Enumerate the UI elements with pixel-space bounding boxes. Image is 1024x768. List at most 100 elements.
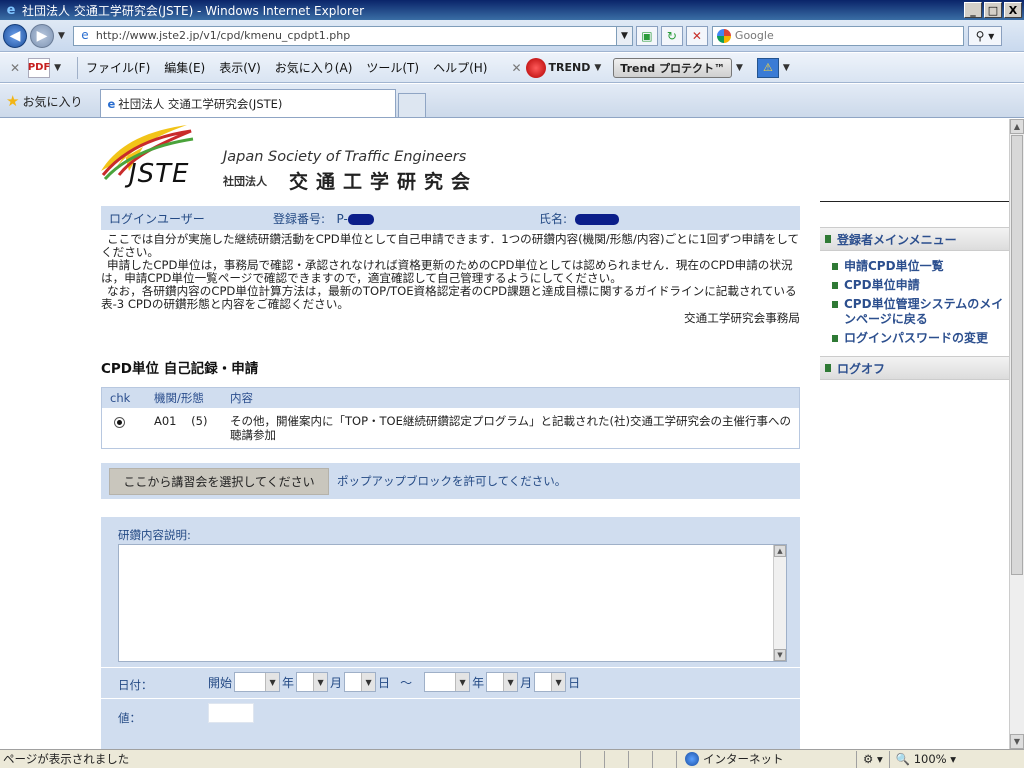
wifi-dropdown-icon[interactable]: ▼ — [783, 63, 790, 73]
main-menu-header[interactable]: 登録者メインメニュー — [820, 227, 1009, 251]
row-radio[interactable] — [114, 417, 125, 428]
back-button[interactable]: ◀ — [3, 23, 27, 48]
menu-help[interactable]: ヘルプ(H) — [433, 59, 487, 76]
new-tab-button[interactable] — [398, 93, 427, 117]
favorites-button[interactable]: ★ お気に入り — [0, 85, 92, 117]
sidebar-item-change-password[interactable]: ログインパスワードの変更 — [832, 331, 1009, 346]
scroll-down-icon[interactable]: ▼ — [1010, 734, 1024, 749]
minimize-button[interactable]: _ — [964, 2, 982, 18]
login-user-label: ログインユーザー — [109, 211, 205, 226]
form-divider — [101, 667, 800, 668]
page-content: JSTE Japan Society of Traffic Engineers … — [0, 119, 1009, 749]
security-zone[interactable]: インターネット — [676, 750, 856, 768]
window-title: 社団法人 交通工学研究会(JSTE) - Windows Internet Ex… — [22, 3, 365, 18]
jste-logo[interactable]: JSTE Japan Society of Traffic Engineers … — [99, 123, 519, 193]
logo-japanese-name: 交通工学研究会 — [289, 171, 479, 193]
date-range: 開始 ▼ 年 ▼ 月 ▼ 日 ～ ▼ 年 ▼ 月 ▼ 日 — [208, 672, 580, 692]
user-name: 氏名: — [531, 210, 619, 227]
intro-paragraph-2: 申請したCPD単位は，事務局で確認・承認されなければ資格更新のためのCPD単位と… — [101, 258, 793, 285]
forward-button[interactable]: ▶ — [30, 23, 54, 48]
cpd-table: chk 機関/形態 内容 A01 (5) その他，開催案内に「TOP・TOE継続… — [101, 387, 800, 449]
scroll-up-icon[interactable]: ▲ — [774, 545, 786, 557]
sidebar-item-back-to-main[interactable]: CPD単位管理システムのメインページに戻る — [832, 297, 1009, 327]
end-year-select[interactable]: ▼ — [424, 672, 471, 692]
intro-paragraph-1: ここでは自分が実施した継続研鑽活動をCPD単位として自己申請できます．1つの研鑽… — [101, 232, 800, 259]
popup-block-note: ポップアップブロックを許可してください。 — [337, 474, 567, 488]
textarea-scrollbar[interactable]: ▲ ▼ — [773, 545, 786, 661]
table-row[interactable]: A01 (5) その他，開催案内に「TOP・TOE継続研鑽認定プログラム」と記載… — [102, 408, 799, 448]
menu-edit[interactable]: 編集(E) — [164, 59, 205, 76]
zoom-control[interactable]: 🔍 100% ▾ — [888, 750, 962, 768]
row-content: その他，開催案内に「TOP・TOE継続研鑽認定プログラム」と記載された(社)交通… — [230, 414, 791, 442]
registration-number: 登録番号: P- — [265, 210, 531, 227]
protected-mode-icon[interactable]: ⚙ ▾ — [856, 750, 889, 768]
menu-file[interactable]: ファイル(F) — [86, 59, 150, 76]
tab-jste[interactable]: e 社団法人 交通工学研究会(JSTE) — [100, 89, 397, 117]
zoom-icon: 🔍 — [895, 752, 914, 766]
start-day-select[interactable]: ▼ — [344, 672, 377, 692]
start-label: 開始 — [208, 675, 233, 690]
history-dropdown-icon[interactable]: ▼ — [58, 31, 65, 41]
end-month-select[interactable]: ▼ — [486, 672, 519, 692]
url-input[interactable]: http://www.jste2.jp/v1/cpd/kmenu_cpdpt1.… — [96, 29, 616, 42]
trend-ball-icon — [525, 57, 546, 78]
start-month-select[interactable]: ▼ — [296, 672, 329, 692]
menu-favorites[interactable]: お気に入り(A) — [275, 59, 353, 76]
close-toolbar-icon[interactable]: ✕ — [10, 61, 20, 75]
trend-protect-dropdown-icon[interactable]: ▼ — [736, 63, 743, 73]
globe-icon — [685, 752, 699, 766]
select-seminar-button[interactable]: ここから講習会を選択してください — [109, 467, 329, 495]
maximize-button[interactable]: □ — [984, 2, 1002, 18]
menu-tools[interactable]: ツール(T) — [366, 59, 419, 76]
search-box[interactable]: Google — [711, 25, 964, 46]
address-dropdown-icon[interactable]: ▼ — [615, 26, 632, 45]
search-button[interactable]: ⚲ ▾ — [967, 25, 1002, 46]
scroll-thumb[interactable] — [1011, 135, 1023, 575]
bullet-icon — [832, 301, 838, 308]
address-bar[interactable]: e http://www.jste2.jp/v1/cpd/kmenu_cpdpt… — [72, 25, 633, 46]
page-scrollbar[interactable]: ▲ ▼ — [1009, 119, 1024, 749]
ie-page-icon: e — [107, 96, 116, 111]
date-tilde: ～ — [400, 675, 413, 690]
office-signature: 交通工学研究会事務局 — [684, 311, 800, 325]
close-window-button[interactable]: X — [1004, 2, 1022, 18]
end-day-select[interactable]: ▼ — [534, 672, 567, 692]
trend-protect-button[interactable]: Trend プロテクト™ — [613, 57, 732, 78]
redacted-reg-number — [347, 213, 374, 225]
logoff-button[interactable]: ログオフ — [820, 356, 1009, 380]
header-chk: chk — [110, 391, 131, 405]
pdf-icon[interactable]: PDF — [28, 57, 50, 78]
bullet-icon — [832, 335, 838, 342]
star-icon: ★ — [6, 92, 20, 110]
description-label: 研鑽内容説明: — [118, 528, 191, 542]
ie-logo-icon: e — [6, 2, 16, 18]
start-year-select[interactable]: ▼ — [234, 672, 281, 692]
refresh-button[interactable]: ↻ — [660, 25, 683, 46]
cpd-form: 研鑽内容説明: ▲ ▼ 日付： 開始 ▼ 年 ▼ 月 ▼ 日 ～ ▼ 年 ▼ 月… — [101, 517, 800, 749]
compatibility-view-button[interactable]: ▣ — [635, 25, 658, 46]
bullet-icon — [832, 263, 838, 270]
seminar-select-bar: ここから講習会を選択してください ポップアップブロックを許可してください。 — [101, 463, 800, 499]
value-input[interactable] — [208, 703, 254, 723]
close-trend-toolbar-icon[interactable]: ✕ — [511, 61, 521, 75]
sidebar-item-cpd-list[interactable]: 申請CPD単位一覧 — [832, 259, 1009, 274]
logo-english-name: Japan Society of Traffic Engineers — [223, 149, 467, 165]
trend-dropdown-icon[interactable]: ▼ — [594, 63, 601, 73]
pdf-dropdown-icon[interactable]: ▼ — [54, 63, 61, 73]
redacted-name — [574, 213, 619, 225]
stop-button[interactable]: ✕ — [685, 25, 708, 46]
row-code: A01 (5) — [154, 414, 208, 428]
scroll-down-icon[interactable]: ▼ — [774, 649, 786, 661]
login-user-bar: ログインユーザー 登録番号: P- 氏名: — [101, 206, 800, 230]
menu-view[interactable]: 表示(V) — [219, 59, 261, 76]
menu-bar: ✕ PDF ▼ ファイル(F) 編集(E) 表示(V) お気に入り(A) ツール… — [0, 53, 1024, 83]
page-icon: e — [81, 27, 89, 42]
search-input[interactable]: Google — [735, 29, 774, 42]
sidebar-item-cpd-apply[interactable]: CPD単位申請 — [832, 278, 1009, 293]
description-textarea[interactable]: ▲ ▼ — [118, 544, 787, 662]
trend-micro-logo[interactable]: TREND — [525, 57, 590, 78]
wifi-warning-icon[interactable]: ⚠ — [756, 57, 779, 78]
scroll-up-icon[interactable]: ▲ — [1010, 119, 1024, 134]
toolbar-separator — [76, 56, 78, 79]
status-pane — [604, 750, 628, 768]
